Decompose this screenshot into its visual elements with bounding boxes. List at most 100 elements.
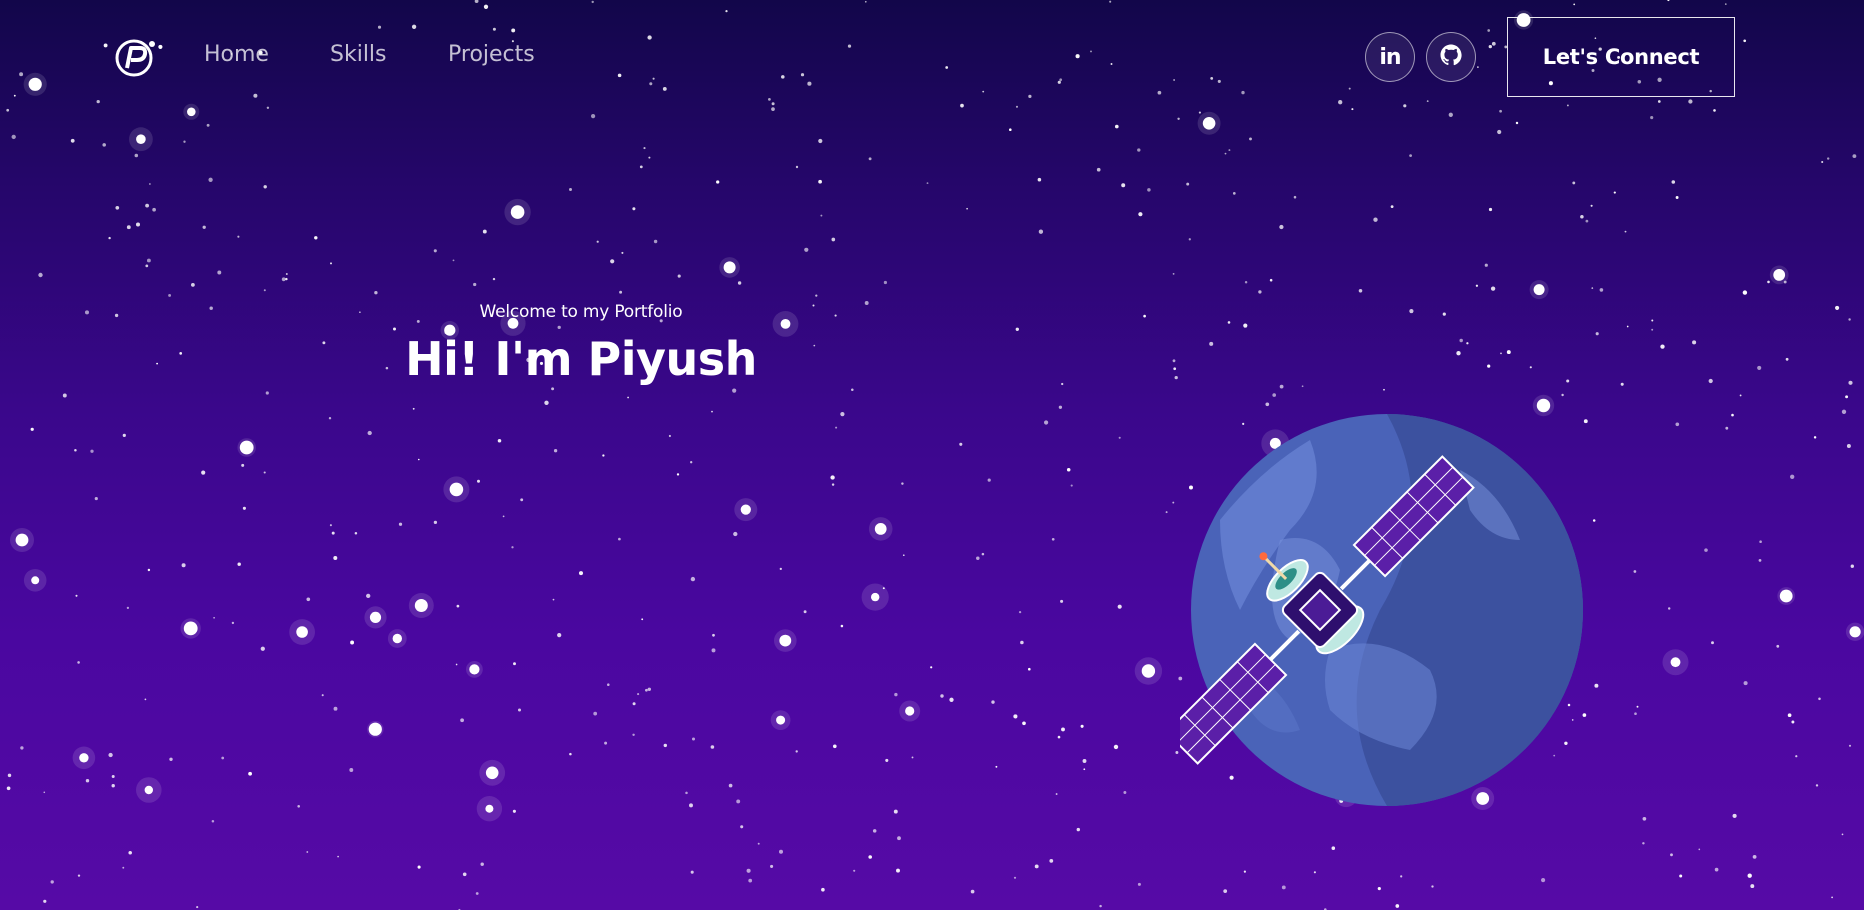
star xyxy=(632,733,635,737)
star xyxy=(1815,784,1819,787)
star xyxy=(1018,610,1022,614)
star xyxy=(398,522,403,526)
star xyxy=(1488,207,1493,212)
star xyxy=(1466,342,1469,345)
star xyxy=(90,449,94,453)
nav-link-projects[interactable]: Projects xyxy=(448,42,535,67)
p-logo-icon[interactable] xyxy=(112,34,158,80)
star xyxy=(263,471,266,474)
star xyxy=(1409,154,1412,157)
star xyxy=(1034,864,1039,869)
star xyxy=(1099,904,1102,908)
star xyxy=(135,222,141,227)
star xyxy=(1331,846,1336,850)
star xyxy=(737,281,742,285)
linkedin-button[interactable]: in xyxy=(1365,32,1415,82)
star xyxy=(1787,713,1792,718)
star xyxy=(1147,188,1151,192)
star xyxy=(111,784,115,788)
star-bright xyxy=(449,482,464,497)
nav-link-home[interactable]: Home xyxy=(204,42,269,67)
star-bright xyxy=(368,722,382,736)
star xyxy=(1636,705,1639,708)
nav-link-skills[interactable]: Skills xyxy=(330,42,387,67)
star xyxy=(648,156,651,159)
star xyxy=(959,442,963,446)
star xyxy=(1383,388,1385,391)
star xyxy=(653,239,658,244)
star xyxy=(1049,859,1054,863)
star xyxy=(1249,137,1252,141)
star xyxy=(1061,727,1065,732)
star xyxy=(690,461,693,464)
star xyxy=(1232,192,1236,195)
star xyxy=(385,366,389,370)
star xyxy=(393,327,396,331)
star xyxy=(77,661,80,664)
star xyxy=(1177,117,1180,121)
star xyxy=(1759,540,1762,543)
star xyxy=(85,778,90,783)
star xyxy=(840,624,844,628)
star xyxy=(248,771,252,776)
star xyxy=(1117,604,1122,609)
star xyxy=(728,783,733,788)
star xyxy=(1400,875,1403,878)
hero-title: Hi! I'm Piyush xyxy=(405,332,757,386)
star xyxy=(1377,887,1381,891)
star xyxy=(1848,744,1852,747)
star xyxy=(815,294,818,297)
star xyxy=(893,809,898,814)
star xyxy=(896,868,900,873)
star xyxy=(940,694,944,698)
star xyxy=(1082,759,1087,763)
star xyxy=(1223,889,1228,893)
star xyxy=(689,803,693,808)
star xyxy=(711,648,716,653)
star xyxy=(1055,793,1058,795)
star xyxy=(1224,152,1227,155)
star xyxy=(231,621,235,625)
star xyxy=(322,341,326,345)
star xyxy=(62,393,67,398)
star xyxy=(1015,327,1019,331)
star xyxy=(991,700,995,704)
star xyxy=(795,165,799,169)
star xyxy=(1172,501,1175,504)
star-bright xyxy=(15,533,29,547)
star xyxy=(593,711,598,716)
star xyxy=(1670,853,1673,857)
star xyxy=(639,165,643,169)
star xyxy=(1852,154,1857,159)
star-bright xyxy=(239,440,254,455)
star xyxy=(1209,341,1214,346)
star xyxy=(20,746,24,750)
star xyxy=(241,463,245,467)
star xyxy=(111,775,115,778)
star xyxy=(1651,319,1654,322)
star xyxy=(1066,468,1071,472)
star xyxy=(333,706,338,711)
github-button[interactable] xyxy=(1426,32,1476,82)
star xyxy=(1634,712,1637,716)
star xyxy=(213,616,215,619)
lets-connect-button[interactable]: Let's Connect xyxy=(1507,17,1735,97)
star xyxy=(128,851,132,855)
star xyxy=(821,887,825,892)
star-bright xyxy=(136,134,146,144)
star xyxy=(1785,357,1789,361)
star xyxy=(169,757,173,761)
star xyxy=(1186,182,1190,186)
star xyxy=(260,646,265,651)
star-bright xyxy=(469,664,480,675)
star-bright xyxy=(871,592,880,602)
star xyxy=(306,597,311,602)
star-bright xyxy=(723,261,736,274)
star xyxy=(1137,148,1141,152)
star xyxy=(1080,724,1084,728)
star xyxy=(740,825,744,829)
star xyxy=(732,388,737,393)
star xyxy=(926,182,929,185)
star xyxy=(795,750,798,753)
star xyxy=(1841,409,1847,414)
